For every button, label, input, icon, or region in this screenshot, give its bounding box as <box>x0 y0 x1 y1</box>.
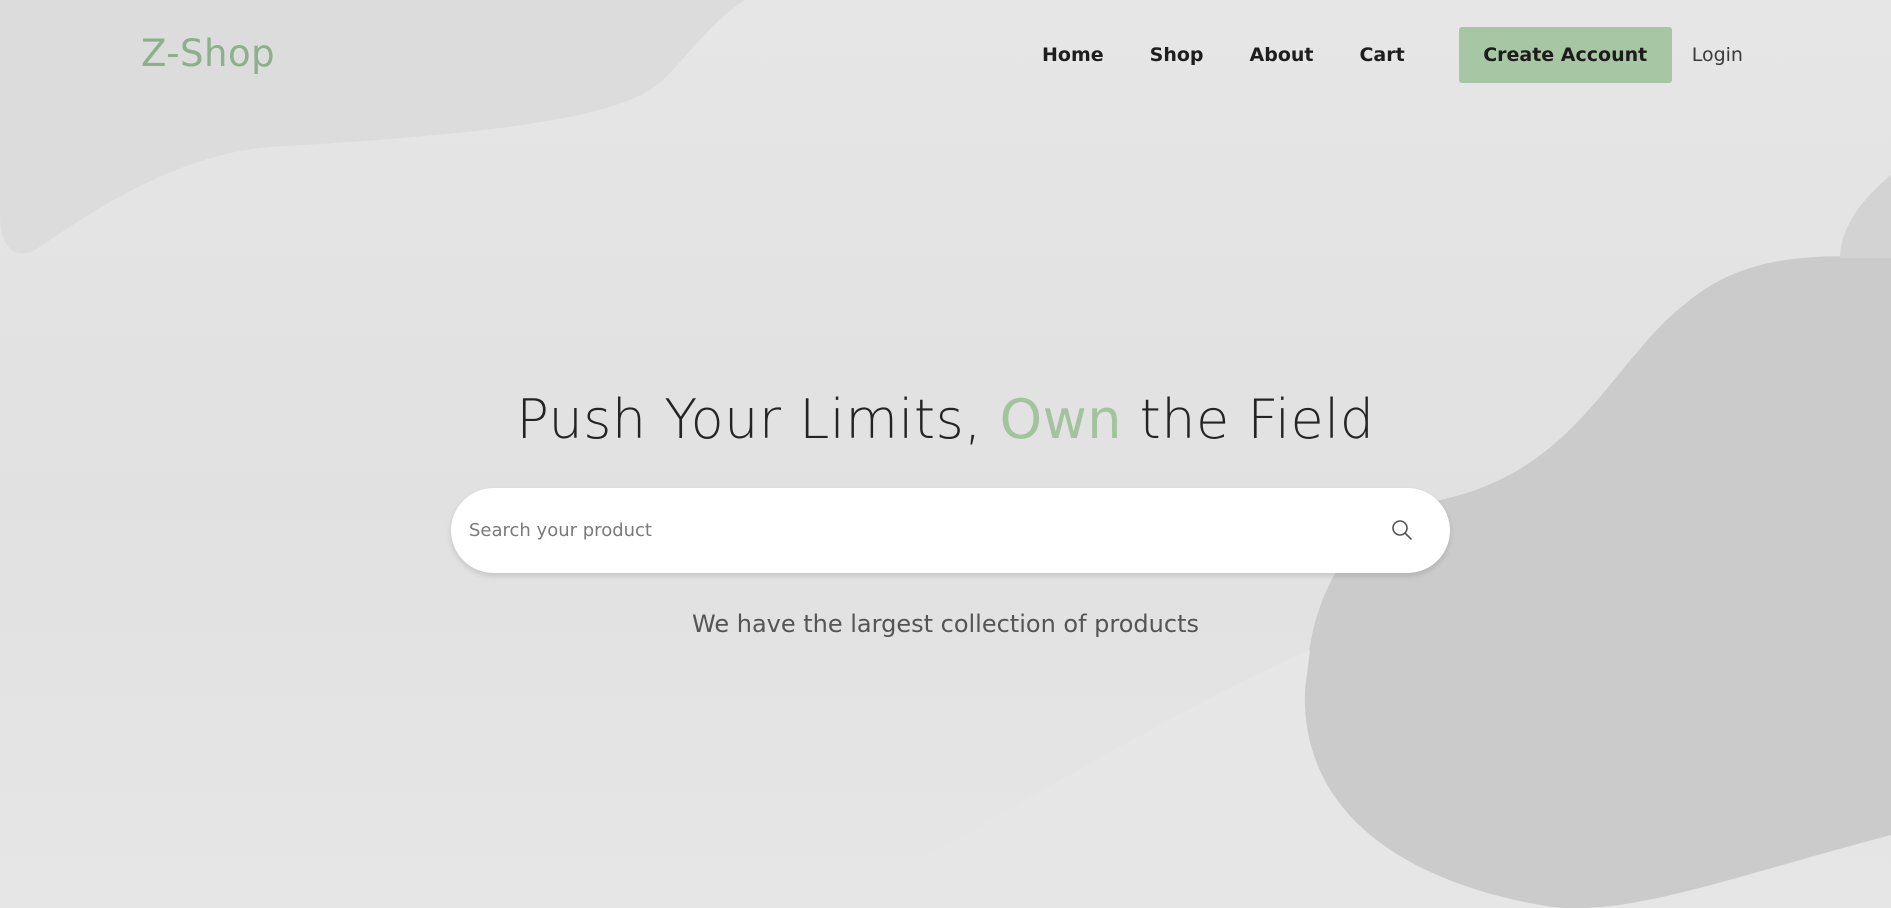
hero-title-part1: Push Your Limits, <box>516 388 1000 451</box>
hero-title-accent: Own <box>999 388 1122 451</box>
main-nav: Home Shop About Cart Create Account Logi… <box>1042 27 1743 83</box>
nav-home-link[interactable]: Home <box>1042 44 1104 66</box>
search-bar <box>451 488 1450 573</box>
logo[interactable]: Z-Shop <box>141 32 275 75</box>
nav-about-link[interactable]: About <box>1250 44 1314 66</box>
search-icon <box>1392 520 1412 540</box>
nav-cart-link[interactable]: Cart <box>1359 44 1404 66</box>
page: Z-Shop Home Shop About Cart Create Accou… <box>0 0 1891 908</box>
login-link[interactable]: Login <box>1692 44 1743 66</box>
hero-tagline: We have the largest collection of produc… <box>692 610 1199 638</box>
hero-title: Push Your Limits, Own the Field <box>0 388 1891 451</box>
search-input[interactable] <box>469 488 1369 573</box>
create-account-button[interactable]: Create Account <box>1458 27 1672 83</box>
site-header: Z-Shop Home Shop About Cart Create Accou… <box>0 0 1891 112</box>
hero-title-part2: the Field <box>1121 388 1375 451</box>
nav-shop-link[interactable]: Shop <box>1150 44 1204 66</box>
search-button[interactable] <box>1388 516 1416 544</box>
